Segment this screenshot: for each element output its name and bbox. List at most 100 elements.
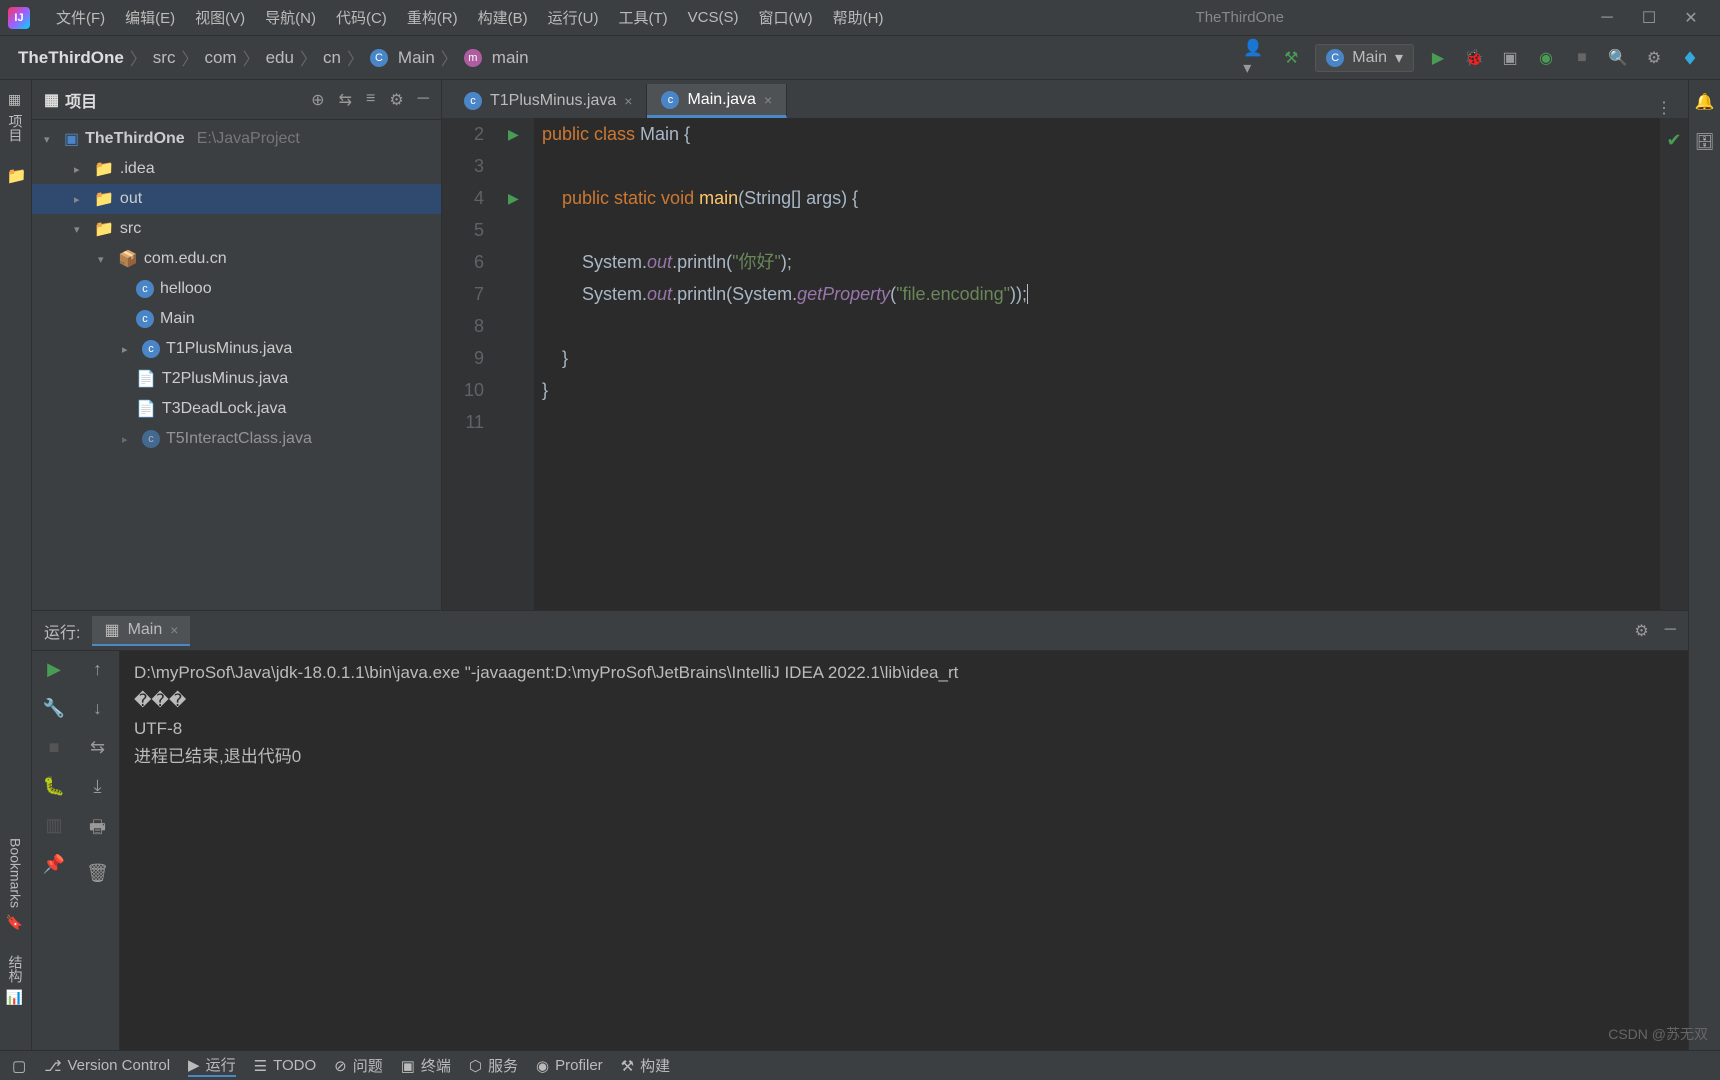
down-icon[interactable]: ↓ bbox=[93, 698, 102, 719]
stop-button[interactable]: ■ bbox=[1570, 46, 1594, 70]
wrench-icon[interactable]: 🔧 bbox=[43, 698, 65, 719]
hammer-icon[interactable]: ⚒ bbox=[1279, 46, 1303, 70]
hide-icon[interactable]: ─ bbox=[1665, 621, 1676, 641]
menu-nav[interactable]: 导航(N) bbox=[255, 3, 326, 32]
search-icon[interactable]: 🔍 bbox=[1606, 46, 1630, 70]
ide-icon[interactable] bbox=[1678, 46, 1702, 70]
layout-icon[interactable]: ▥ bbox=[45, 815, 62, 836]
run-toolwindow[interactable]: ▶运行 bbox=[188, 1054, 236, 1077]
project-icon: ▦ bbox=[8, 92, 24, 108]
menu-window[interactable]: 窗口(W) bbox=[748, 3, 822, 32]
titlebar: IJ 文件(F) 编辑(E) 视图(V) 导航(N) 代码(C) 重构(R) 构… bbox=[0, 0, 1720, 36]
minimize-button[interactable]: ─ bbox=[1598, 9, 1616, 27]
notifications-icon[interactable]: 🔔 bbox=[1695, 92, 1715, 112]
bc-cn[interactable]: cn bbox=[323, 48, 341, 68]
menu-tools[interactable]: 工具(T) bbox=[608, 3, 677, 32]
project-tool-button[interactable]: ▦项目 bbox=[6, 92, 26, 142]
bc-method[interactable]: main bbox=[492, 48, 529, 68]
bookmarks-tool-button[interactable]: Bookmarks🔖 bbox=[8, 838, 24, 931]
user-icon[interactable]: 👤▾ bbox=[1243, 46, 1267, 70]
status-square-icon[interactable]: ▢ bbox=[12, 1057, 26, 1075]
run-button[interactable]: ▶ bbox=[1426, 46, 1450, 70]
tree-t5[interactable]: ▸cT5InteractClass.java bbox=[32, 424, 441, 454]
gear-icon[interactable]: ⚙ bbox=[1634, 621, 1648, 641]
run-gutter-icon[interactable]: ▶ bbox=[498, 118, 534, 150]
project-icon: ▦ bbox=[44, 90, 59, 110]
class-icon: c bbox=[136, 310, 154, 328]
tree-main[interactable]: cMain bbox=[32, 304, 441, 334]
trash-icon[interactable]: 🗑 bbox=[86, 863, 109, 884]
menu-edit[interactable]: 编辑(E) bbox=[115, 3, 185, 32]
folder-icon[interactable]: 📁 bbox=[7, 166, 25, 184]
editor-tabs: cT1PlusMinus.java× cMain.java× ⋮ bbox=[442, 80, 1688, 118]
bc-src[interactable]: src bbox=[153, 48, 176, 68]
editor: cT1PlusMinus.java× cMain.java× ⋮ 2345678… bbox=[442, 80, 1688, 610]
close-button[interactable]: ✕ bbox=[1682, 9, 1700, 27]
rerun-button[interactable]: ▶ bbox=[47, 659, 61, 680]
profile-button[interactable]: ◉ bbox=[1534, 46, 1558, 70]
tree-t1[interactable]: ▸cT1PlusMinus.java bbox=[32, 334, 441, 364]
class-icon: c bbox=[136, 280, 154, 298]
build-toolwindow[interactable]: ⚒构建 bbox=[621, 1055, 670, 1076]
tree-out[interactable]: ▸📁out bbox=[32, 184, 441, 214]
gear-icon[interactable]: ⚙ bbox=[389, 90, 403, 110]
print-icon[interactable]: 🖶 bbox=[89, 815, 106, 845]
maximize-button[interactable]: ☐ bbox=[1640, 9, 1658, 27]
close-icon[interactable]: × bbox=[624, 93, 632, 109]
close-icon[interactable]: × bbox=[764, 92, 772, 108]
run-tab-main[interactable]: ▦Main× bbox=[92, 616, 190, 646]
collapse-icon[interactable]: ⇆ bbox=[339, 90, 352, 110]
vcs-toolwindow[interactable]: ⎇Version Control bbox=[44, 1057, 170, 1075]
tree-idea[interactable]: ▸📁.idea bbox=[32, 154, 441, 184]
profiler-toolwindow[interactable]: ◉Profiler bbox=[536, 1057, 603, 1075]
code-content[interactable]: public class Main { public static void m… bbox=[534, 118, 1660, 610]
menu-refactor[interactable]: 重构(R) bbox=[397, 3, 468, 32]
bc-com[interactable]: com bbox=[204, 48, 236, 68]
todo-toolwindow[interactable]: ☰TODO bbox=[254, 1057, 317, 1075]
up-icon[interactable]: ↑ bbox=[93, 659, 102, 680]
tree-root[interactable]: ▾▣TheThirdOneE:\JavaProject bbox=[32, 124, 441, 154]
expand-icon[interactable]: ≡ bbox=[366, 90, 375, 110]
tree-t3[interactable]: 📄T3DeadLock.java bbox=[32, 394, 441, 424]
tab-menu-icon[interactable]: ⋮ bbox=[1640, 98, 1688, 118]
tab-t1plusminus[interactable]: cT1PlusMinus.java× bbox=[450, 84, 647, 118]
tree-src[interactable]: ▾📁src bbox=[32, 214, 441, 244]
menu-code[interactable]: 代码(C) bbox=[326, 3, 397, 32]
bc-class[interactable]: Main bbox=[398, 48, 435, 68]
menu-file[interactable]: 文件(F) bbox=[46, 3, 115, 32]
database-icon[interactable]: 🗄 bbox=[1694, 132, 1714, 152]
run-config-selector[interactable]: C Main ▾ bbox=[1315, 44, 1414, 72]
menu-run[interactable]: 运行(U) bbox=[538, 3, 609, 32]
services-toolwindow[interactable]: ⬡服务 bbox=[469, 1055, 518, 1076]
tree-package[interactable]: ▾📦com.edu.cn bbox=[32, 244, 441, 274]
terminal-icon: ▣ bbox=[401, 1057, 415, 1075]
bc-project[interactable]: TheThirdOne bbox=[18, 48, 124, 68]
console-output[interactable]: D:\myProSof\Java\jdk-18.0.1.1\bin\java.e… bbox=[120, 651, 1688, 1050]
project-tree[interactable]: ▾▣TheThirdOneE:\JavaProject ▸📁.idea ▸📁ou… bbox=[32, 120, 441, 610]
settings-icon[interactable]: ⚙ bbox=[1642, 46, 1666, 70]
app-icon: IJ bbox=[8, 7, 30, 29]
tree-t2[interactable]: 📄T2PlusMinus.java bbox=[32, 364, 441, 394]
tab-main[interactable]: cMain.java× bbox=[647, 84, 787, 118]
bc-edu[interactable]: edu bbox=[266, 48, 294, 68]
java-file-icon: 📄 bbox=[136, 369, 156, 389]
menu-vcs[interactable]: VCS(S) bbox=[678, 5, 749, 30]
coverage-button[interactable]: ▣ bbox=[1498, 46, 1522, 70]
menu-help[interactable]: 帮助(H) bbox=[823, 3, 894, 32]
run-gutter-icon[interactable]: ▶ bbox=[498, 182, 534, 214]
stop-button[interactable]: ■ bbox=[49, 737, 60, 758]
terminal-toolwindow[interactable]: ▣终端 bbox=[401, 1055, 451, 1076]
hide-icon[interactable]: ─ bbox=[418, 90, 429, 110]
scroll-icon[interactable]: ⤓ bbox=[94, 776, 102, 797]
menu-build[interactable]: 构建(B) bbox=[468, 3, 538, 32]
bug-icon[interactable]: 🐛 bbox=[43, 776, 65, 797]
menu-view[interactable]: 视图(V) bbox=[185, 3, 255, 32]
tree-hello[interactable]: chellooo bbox=[32, 274, 441, 304]
structure-tool-button[interactable]: 结构📊 bbox=[6, 955, 26, 1006]
wrap-icon[interactable]: ⇆ bbox=[90, 737, 105, 758]
pin-icon[interactable]: 📌 bbox=[43, 854, 65, 875]
target-icon[interactable]: ⊕ bbox=[311, 90, 324, 110]
problems-toolwindow[interactable]: ⊘问题 bbox=[334, 1055, 383, 1076]
debug-button[interactable]: 🐞 bbox=[1462, 46, 1486, 70]
close-icon[interactable]: × bbox=[170, 622, 178, 638]
